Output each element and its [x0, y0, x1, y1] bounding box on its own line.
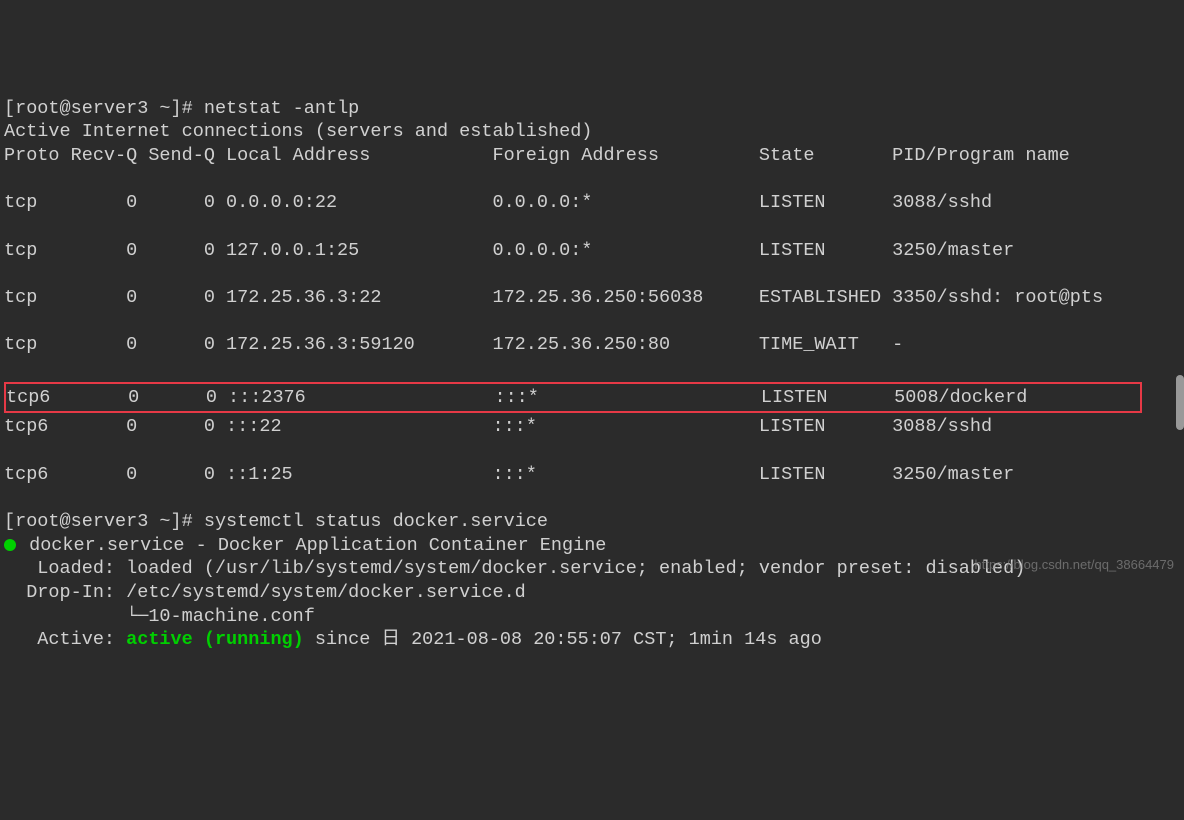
netstat-header-active: Active Internet connections (servers and…: [4, 121, 592, 142]
scrollbar-thumb[interactable]: [1176, 375, 1184, 430]
status-loaded: Loaded: loaded (/usr/lib/systemd/system/…: [4, 558, 1025, 579]
table-row: tcp 0 0 0.0.0.0:22 0.0.0.0:* LISTEN 3088…: [4, 192, 992, 213]
prompt-line-2: [root@server3 ~]# systemctl status docke…: [4, 511, 548, 532]
prompt-line-1: [root@server3 ~]# netstat -antlp: [4, 98, 359, 119]
table-row: tcp 0 0 172.25.36.3:59120 172.25.36.250:…: [4, 334, 903, 355]
status-dropin-conf: └─10-machine.conf: [4, 606, 315, 627]
netstat-header-cols: Proto Recv-Q Send-Q Local Address Foreig…: [4, 145, 1070, 166]
status-dropin-path: Drop-In: /etc/systemd/system/docker.serv…: [4, 582, 526, 603]
table-row: tcp6 0 0 :::2376 :::* LISTEN 5008/docker…: [6, 387, 1027, 408]
table-row: tcp 0 0 127.0.0.1:25 0.0.0.0:* LISTEN 32…: [4, 240, 1014, 261]
table-row: tcp 0 0 172.25.36.3:22 172.25.36.250:560…: [4, 287, 1103, 308]
status-active-dot-icon: [4, 539, 16, 551]
status-active-line: Active: active (running) since 日 2021-08…: [4, 629, 822, 650]
watermark-text: https://blog.csdn.net/qq_38664479: [975, 557, 1175, 574]
status-title-line: docker.service - Docker Application Cont…: [4, 535, 606, 556]
highlighted-row-dockerd: tcp6 0 0 :::2376 :::* LISTEN 5008/docker…: [4, 382, 1142, 414]
table-row: tcp6 0 0 :::22 :::* LISTEN 3088/sshd: [4, 416, 992, 437]
table-row: tcp6 0 0 ::1:25 :::* LISTEN 3250/master: [4, 464, 1014, 485]
